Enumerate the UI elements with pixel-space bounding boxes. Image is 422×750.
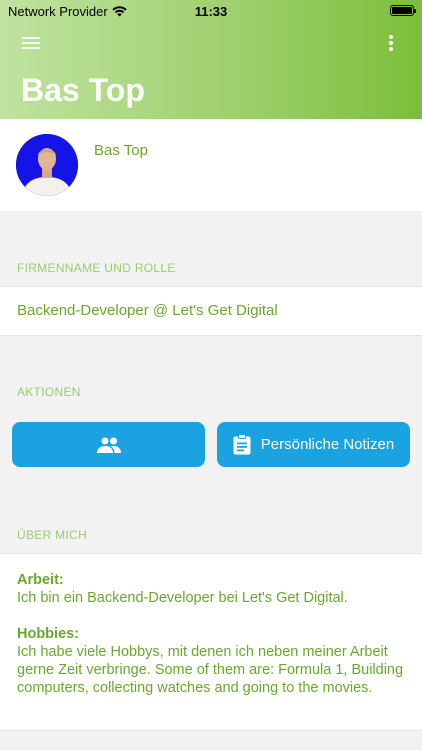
clock: 11:33 <box>194 4 228 19</box>
company-section-label: FIRMENNAME UND ROLLE <box>17 261 176 275</box>
about-work: Arbeit: Ich bin ein Backend-Developer be… <box>17 571 412 607</box>
personal-notes-label: Persönliche Notizen <box>260 436 395 453</box>
about-hobbies: Hobbies: Ich habe viele Hobbys, mit dene… <box>17 625 412 697</box>
app-header: Network Provider 11:33 Bas Top <box>0 0 422 119</box>
hobbies-text: Ich habe viele Hobbys, mit denen ich neb… <box>17 644 404 696</box>
status-bar: Network Provider 11:33 <box>0 0 422 22</box>
personal-notes-button[interactable]: Persönliche Notizen <box>217 422 410 467</box>
work-text: Ich bin ein Backend-Developer bei Let's … <box>17 590 348 606</box>
profile-name: Bas Top <box>94 142 148 159</box>
company-role-text: Backend-Developer @ Let's Get Digital <box>17 302 278 319</box>
battery-icon <box>390 5 416 16</box>
avatar <box>16 134 78 196</box>
about-card: Arbeit: Ich bin ein Backend-Developer be… <box>0 553 422 731</box>
work-heading: Arbeit: <box>17 572 64 588</box>
people-icon <box>96 437 121 453</box>
actions-section-label: AKTIONEN <box>17 385 81 399</box>
profile-card: Bas Top <box>0 119 422 211</box>
hamburger-menu-icon[interactable] <box>22 37 40 49</box>
clipboard-icon <box>233 434 251 455</box>
more-vertical-icon[interactable] <box>388 35 394 51</box>
company-row: Backend-Developer @ Let's Get Digital <box>0 286 422 336</box>
about-section-label: ÜBER MICH <box>17 528 88 542</box>
contacts-button[interactable] <box>12 422 205 467</box>
hobbies-heading: Hobbies: <box>17 626 80 642</box>
page-title: Bas Top <box>21 72 145 108</box>
